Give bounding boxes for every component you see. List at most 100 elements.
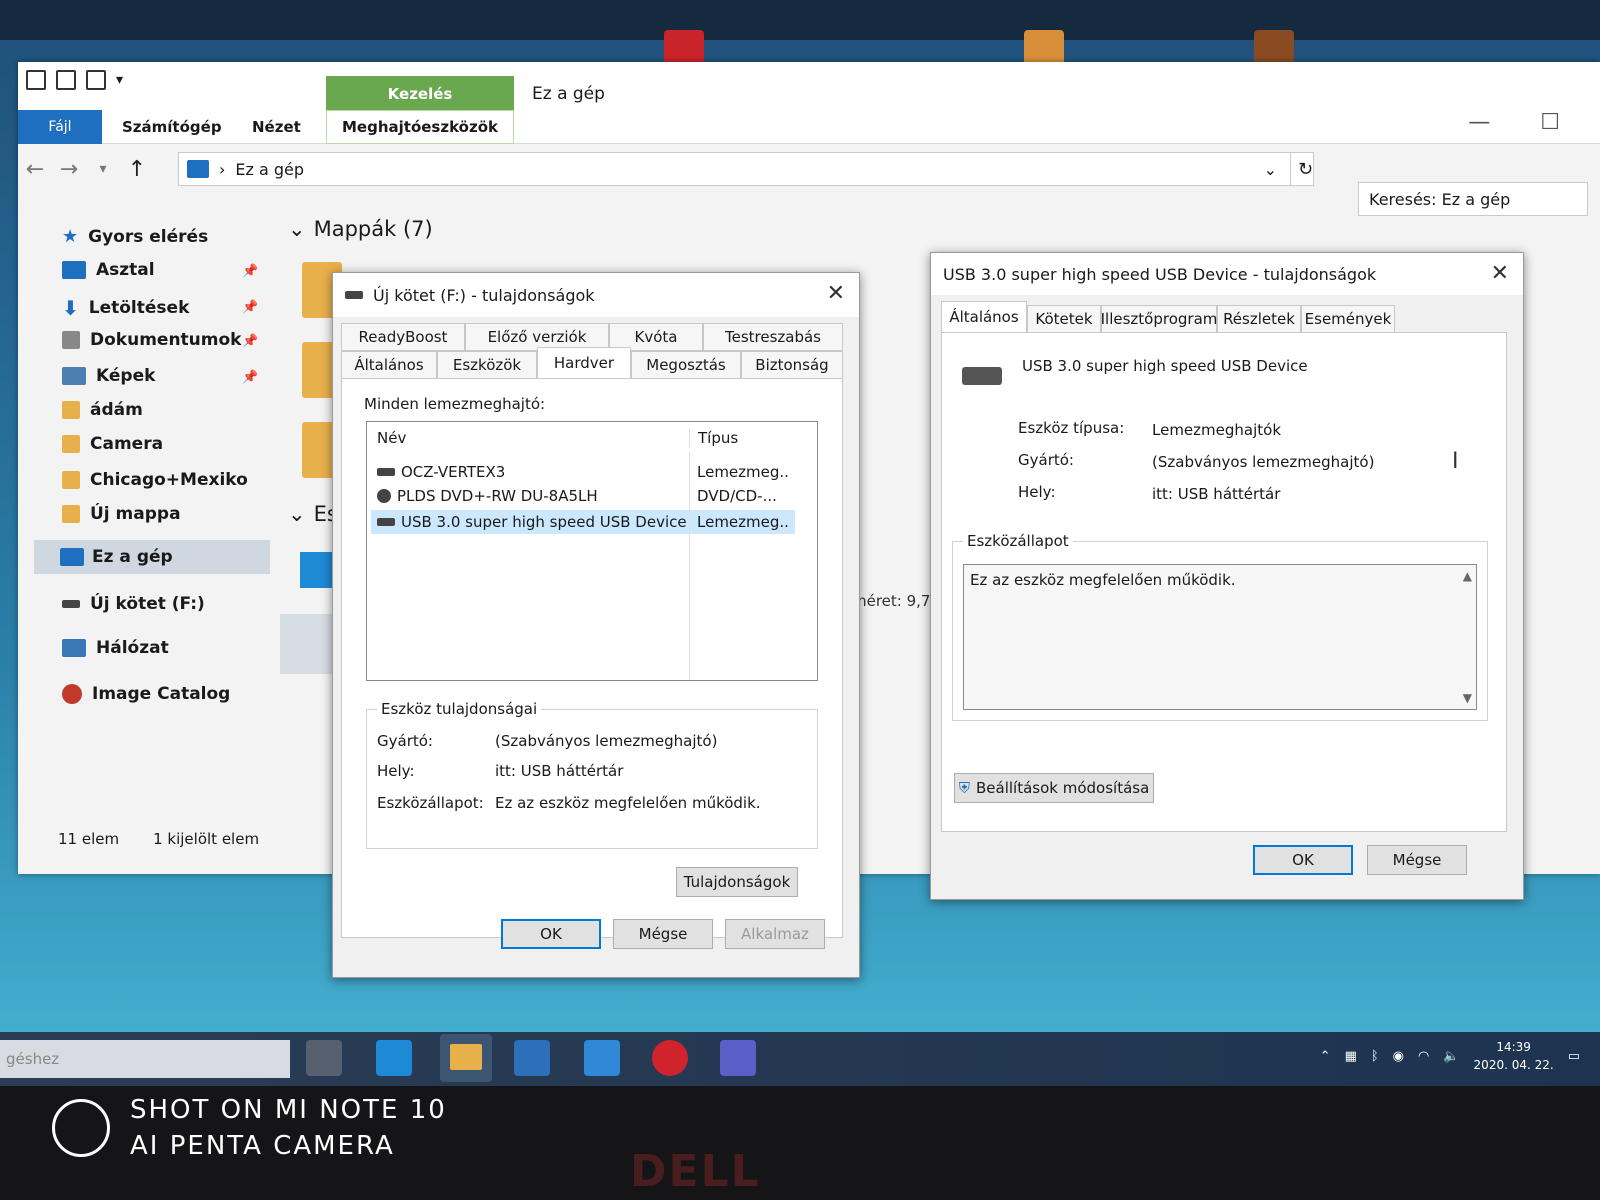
- notification-icon[interactable]: ▭: [1568, 1049, 1580, 1064]
- ribbon: ▾ Fájl Számítógép Nézet Kezelés Meghajtó…: [18, 62, 1600, 144]
- properties-icon[interactable]: [56, 70, 76, 90]
- status-bar: 11 elem 1 kijelölt elem: [58, 830, 260, 848]
- scroll-down-icon[interactable]: ▼: [1463, 691, 1472, 705]
- nav-item-downloads[interactable]: ⬇ Letöltések: [62, 296, 189, 320]
- tab-customize[interactable]: Testreszabás: [703, 323, 843, 351]
- cancel-button[interactable]: Mégse: [613, 919, 713, 949]
- selected-drive-tile[interactable]: [280, 614, 340, 674]
- nav-item-drive-f[interactable]: Új kötet (F:): [62, 594, 205, 614]
- nav-item-desktop[interactable]: Asztal: [62, 260, 155, 280]
- pin-icon[interactable]: 📌: [242, 264, 258, 279]
- tab-drive-tools[interactable]: Meghajtóeszközök: [326, 110, 514, 144]
- back-arrow-icon[interactable]: ←: [18, 157, 52, 182]
- windows-drive-icon[interactable]: [300, 552, 336, 588]
- taskbar-search-box[interactable]: géshez: [0, 1040, 290, 1078]
- list-item-selected[interactable]: USB 3.0 super high speed USB Device Leme…: [371, 510, 795, 534]
- task-view-icon[interactable]: [306, 1040, 342, 1076]
- nav-item-new-folder[interactable]: Új mappa: [62, 504, 181, 524]
- store-icon[interactable]: [514, 1040, 550, 1076]
- volume-icon[interactable]: 🔈: [1443, 1049, 1459, 1064]
- pin-icon[interactable]: 📌: [242, 370, 258, 385]
- address-dropdown-icon[interactable]: ⌄: [1264, 160, 1277, 179]
- tab-tools[interactable]: Eszközök: [437, 351, 537, 379]
- pin-icon[interactable]: 📌: [242, 300, 258, 315]
- navigation-pane: ★ Gyors elérés Asztal ⬇ Letöltések Dokum…: [38, 212, 274, 862]
- tab-view[interactable]: Nézet: [252, 110, 301, 144]
- tab-security[interactable]: Biztonság: [741, 351, 843, 379]
- clock[interactable]: 14:39 2020. 04. 22.: [1474, 1038, 1554, 1074]
- tab-general[interactable]: Általános: [341, 351, 437, 379]
- nav-item-pictures[interactable]: Képek: [62, 366, 155, 386]
- list-item[interactable]: OCZ-VERTEX3 Lemezmeg...: [371, 460, 795, 484]
- computer-icon[interactable]: [26, 70, 46, 90]
- image-catalog-icon: [62, 684, 82, 704]
- change-settings-button[interactable]: ⛨ Beállítások módosítása: [954, 773, 1154, 803]
- dialog-title-bar: USB 3.0 super high speed USB Device - tu…: [931, 253, 1523, 295]
- tab-details[interactable]: Részletek: [1217, 305, 1301, 333]
- nav-item-camera[interactable]: Camera: [62, 434, 163, 454]
- chevron-down-icon[interactable]: ▾: [116, 72, 123, 88]
- folders-section-header[interactable]: ⌄ Mappák (7): [288, 217, 433, 241]
- tab-computer[interactable]: Számítógép: [122, 110, 222, 144]
- close-icon[interactable]: ✕: [1491, 261, 1509, 286]
- file-tab[interactable]: Fájl: [18, 110, 102, 144]
- nav-item-chicago-mexiko[interactable]: Chicago+Mexiko: [62, 470, 248, 490]
- device-properties-dialog: USB 3.0 super high speed USB Device - tu…: [930, 252, 1524, 900]
- camera-logo-icon: [52, 1099, 110, 1157]
- folder-icon: [62, 471, 80, 489]
- mail-icon[interactable]: [584, 1040, 620, 1076]
- breadcrumb[interactable]: Ez a gép: [235, 160, 304, 179]
- nav-item-documents[interactable]: Dokumentumok: [62, 330, 241, 350]
- bluetooth-icon[interactable]: ᛒ: [1371, 1049, 1379, 1064]
- photo-top-edge: [0, 0, 1600, 40]
- tab-general[interactable]: Általános: [941, 301, 1027, 333]
- scroll-up-icon[interactable]: ▲: [1463, 569, 1472, 583]
- wifi-icon[interactable]: ◠: [1418, 1049, 1429, 1064]
- edge-icon[interactable]: [376, 1040, 412, 1076]
- new-folder-icon[interactable]: [86, 70, 106, 90]
- list-header: Név Típus: [371, 426, 795, 450]
- column-divider: [689, 452, 690, 680]
- ok-button[interactable]: OK: [1253, 845, 1353, 875]
- chevron-up-icon[interactable]: ⌃: [1320, 1049, 1331, 1064]
- tab-hardware[interactable]: Hardver: [537, 347, 631, 379]
- computer-icon: [187, 160, 209, 178]
- update-icon[interactable]: ◉: [1393, 1049, 1404, 1064]
- forward-arrow-icon[interactable]: →: [52, 157, 86, 182]
- column-header-type[interactable]: Típus: [689, 429, 789, 447]
- folder-icon: [450, 1044, 482, 1070]
- recent-chevron-icon[interactable]: ▾: [86, 161, 120, 177]
- properties-button[interactable]: Tulajdonságok: [676, 867, 798, 897]
- tab-volumes[interactable]: Kötetek: [1027, 305, 1101, 333]
- up-arrow-icon[interactable]: ↑: [120, 157, 154, 182]
- volume-properties-dialog: Új kötet (F:) - tulajdonságok ✕ ReadyBoo…: [332, 272, 860, 978]
- search-input[interactable]: Keresés: Ez a gép: [1358, 182, 1588, 216]
- tab-sharing[interactable]: Megosztás: [631, 351, 741, 379]
- nav-item-folder-adam[interactable]: ádám: [62, 400, 143, 420]
- refresh-icon[interactable]: ↻: [1290, 152, 1320, 186]
- device-status-textbox[interactable]: Ez az eszköz megfelelően működik. ▲ ▼: [963, 564, 1477, 710]
- nav-quick-access[interactable]: ★ Gyors elérés: [62, 226, 208, 247]
- list-item[interactable]: PLDS DVD+-RW DU-8A5LH DVD/CD-...: [371, 484, 795, 508]
- tab-events[interactable]: Események: [1301, 305, 1395, 333]
- nav-item-this-pc[interactable]: Ez a gép: [34, 540, 270, 574]
- maximize-icon[interactable]: ☐: [1540, 110, 1560, 135]
- apply-button[interactable]: Alkalmaz: [725, 919, 825, 949]
- pin-icon[interactable]: 📌: [242, 334, 258, 349]
- tab-readyboost[interactable]: ReadyBoost: [341, 323, 465, 351]
- opera-icon[interactable]: [652, 1040, 688, 1076]
- minimize-icon[interactable]: —: [1468, 110, 1490, 135]
- address-bar[interactable]: › Ez a gép ⌄: [178, 152, 1314, 186]
- nav-item-image-catalog[interactable]: Image Catalog: [62, 684, 230, 704]
- manage-context-group[interactable]: Kezelés: [326, 76, 514, 112]
- teams-icon[interactable]: [720, 1040, 756, 1076]
- column-header-name[interactable]: Név: [371, 429, 689, 447]
- ok-button[interactable]: OK: [501, 919, 601, 949]
- drive-list[interactable]: Név Típus OCZ-VERTEX3 Lemezmeg... PLDS D…: [366, 421, 818, 681]
- explorer-taskbar-button[interactable]: [440, 1034, 492, 1082]
- network-tray-icon[interactable]: ▦: [1345, 1049, 1357, 1064]
- nav-item-network[interactable]: Hálózat: [62, 638, 169, 658]
- close-icon[interactable]: ✕: [827, 281, 845, 306]
- cancel-button[interactable]: Mégse: [1367, 845, 1467, 875]
- tab-driver[interactable]: Illesztőprogram: [1101, 305, 1217, 333]
